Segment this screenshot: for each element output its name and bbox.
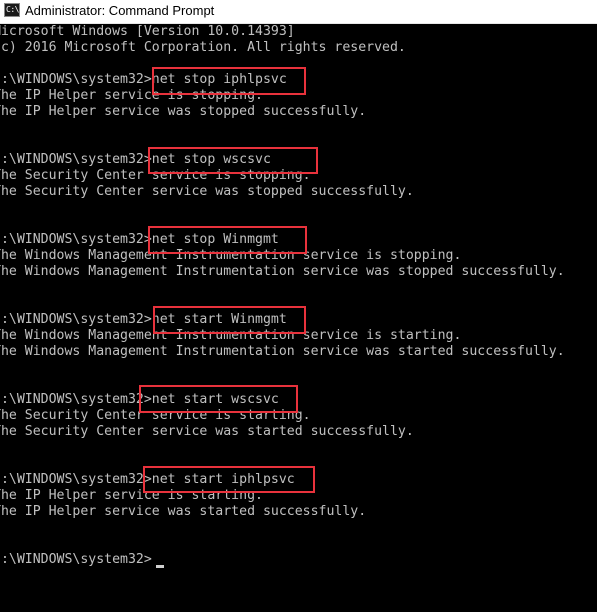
console-line: The Security Center service is stopping. [0,168,311,183]
console-line: The Windows Management Instrumentation s… [0,328,462,343]
title-bar[interactable]: C:\ Administrator: Command Prompt [0,0,597,24]
console-app-icon-glyph: C:\ [6,5,19,14]
console-line: C:\WINDOWS\system32>net stop Winmgmt [0,232,279,247]
console-line: C:\WINDOWS\system32>net start Winmgmt [0,312,287,327]
console-line: C:\WINDOWS\system32>net start iphlpsvc [0,472,295,487]
console-output[interactable]: Microsoft Windows [Version 10.0.14393] (… [0,24,597,612]
console-line: C:\WINDOWS\system32>net stop wscsvc [0,152,271,167]
console-line: (c) 2016 Microsoft Corporation. All righ… [0,40,406,55]
console-line: The IP Helper service was stopped succes… [0,104,367,119]
console-line: The Security Center service is starting. [0,408,311,423]
window-title: Administrator: Command Prompt [25,3,215,18]
console-line: The Windows Management Instrumentation s… [0,248,462,263]
console-line: The IP Helper service is stopping. [0,88,263,103]
console-line: C:\WINDOWS\system32>net stop iphlpsvc [0,72,287,87]
console-line: The Windows Management Instrumentation s… [0,264,565,279]
console-prompt-line: C:\WINDOWS\system32> [0,552,152,567]
console-line: C:\WINDOWS\system32>net start wscsvc [0,392,279,407]
console-line: The Windows Management Instrumentation s… [0,344,565,359]
console-line: The IP Helper service was started succes… [0,504,367,519]
console-app-icon[interactable]: C:\ [4,3,20,17]
console-line: The IP Helper service is starting. [0,488,263,503]
console-line: Microsoft Windows [Version 10.0.14393] [0,24,295,39]
console-line: The Security Center service was started … [0,424,414,439]
command-prompt-window: C:\ Administrator: Command Prompt Micros… [0,0,597,612]
console-line: The Security Center service was stopped … [0,184,414,199]
text-cursor [156,565,164,568]
